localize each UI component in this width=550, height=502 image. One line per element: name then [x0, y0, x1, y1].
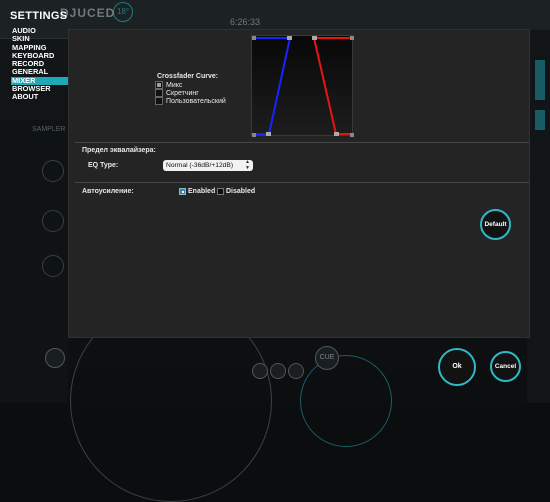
curve-left-line: [252, 37, 292, 135]
auto-gain-disabled-label: Disabled: [226, 188, 256, 195]
curve-handle[interactable]: [312, 36, 317, 40]
settings-title: SETTINGS: [10, 10, 68, 22]
eq-type-label: EQ Type:: [88, 162, 119, 169]
app-logo-badge: 18°: [113, 2, 133, 22]
cancel-button[interactable]: Cancel: [490, 351, 521, 382]
crossfader-option-custom[interactable]: Пользовательский: [155, 97, 226, 105]
deck-icon: [42, 160, 64, 182]
radio-button[interactable]: [155, 81, 163, 89]
ok-button[interactable]: Ok: [438, 348, 476, 386]
loop-button-bg: [252, 363, 268, 379]
crossfader-option-mix[interactable]: Микс: [155, 81, 182, 89]
time-readout: 6:26:33: [230, 17, 261, 27]
curve-handle[interactable]: [334, 132, 339, 136]
deck-button-bg: [45, 348, 65, 368]
level-bar: [535, 110, 545, 130]
jog-ring: [300, 355, 392, 447]
curve-handle[interactable]: [266, 132, 271, 136]
nav-item-about[interactable]: ABOUT: [11, 93, 69, 102]
eq-type-value: Normal (-36dB/+12dB): [166, 162, 234, 169]
deck-icon: [42, 210, 64, 232]
crossfader-option-label: Микс: [166, 81, 183, 89]
loop-button-bg: [288, 363, 304, 379]
auto-gain-enabled[interactable]: Enabled: [179, 188, 215, 195]
section-divider: [75, 182, 529, 183]
crossfader-option-label: Пользовательский: [166, 97, 226, 105]
crossfader-curve-label: Crossfader Curve:: [157, 73, 219, 80]
auto-gain-label: Автоусиление:: [82, 188, 134, 195]
app-logo: DJUCED: [60, 6, 116, 20]
curve-right-line: [312, 37, 353, 135]
radio-button[interactable]: [155, 89, 163, 97]
crossfader-curve-svg: [252, 36, 354, 137]
curve-handle[interactable]: [350, 133, 354, 137]
checkbox[interactable]: [217, 188, 224, 195]
eq-type-select[interactable]: Normal (-36dB/+12dB) ▲ ▼: [163, 159, 253, 171]
loop-button-bg: [270, 363, 286, 379]
curve-handle[interactable]: [350, 36, 354, 40]
curve-handle[interactable]: [252, 36, 256, 40]
deck-icon: [42, 255, 64, 277]
checkbox[interactable]: [179, 188, 186, 195]
settings-nav: AUDIO SKIN MAPPING KEYBOARD RECORD GENER…: [11, 26, 69, 102]
sampler-label: SAMPLER: [32, 126, 66, 133]
select-arrows-icon: ▲ ▼: [245, 159, 250, 171]
crossfader-option-label: Скретчинг: [166, 89, 199, 97]
auto-gain-disabled[interactable]: Disabled: [217, 188, 255, 195]
level-bar: [535, 60, 545, 100]
eq-limit-label: Предел эквалайзера:: [82, 147, 156, 154]
section-divider: [75, 142, 529, 143]
settings-panel: Crossfader Curve: Микс Скретчинг Пользов…: [68, 29, 530, 338]
radio-button[interactable]: [155, 97, 163, 105]
cue-button-bg: CUE: [315, 346, 339, 370]
curve-handle[interactable]: [252, 133, 256, 137]
curve-handle[interactable]: [287, 36, 292, 40]
crossfader-option-scratch[interactable]: Скретчинг: [155, 89, 199, 97]
default-button[interactable]: Default: [480, 209, 511, 240]
auto-gain-enabled-label: Enabled: [188, 188, 216, 195]
crossfader-curve-graph[interactable]: [251, 35, 354, 137]
